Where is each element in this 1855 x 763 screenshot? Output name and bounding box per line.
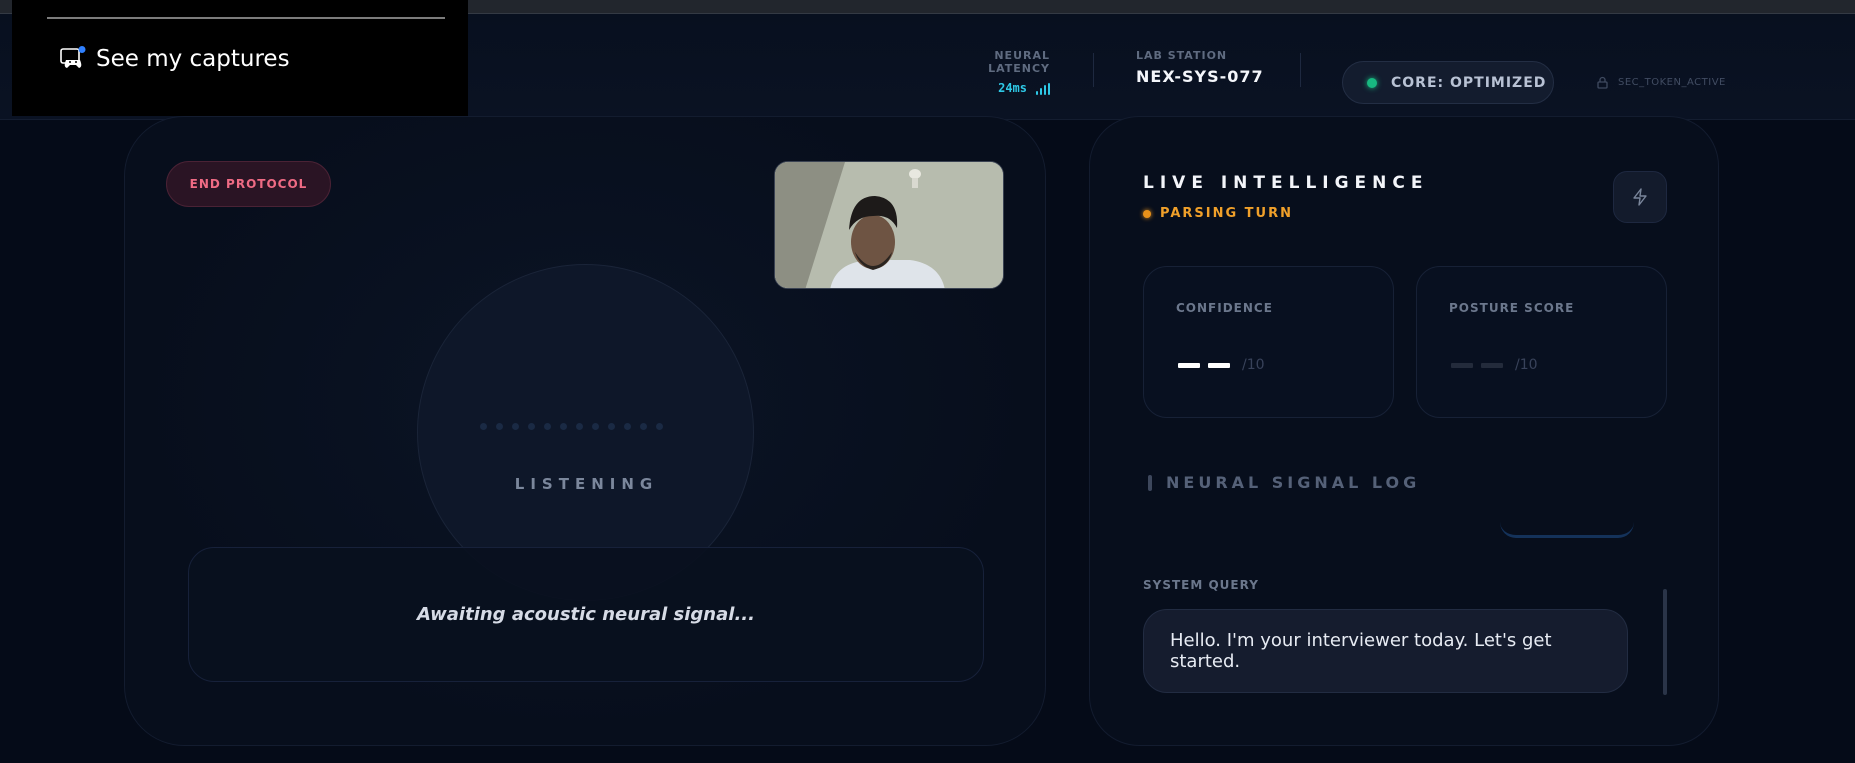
lab-station-value: NEX-SYS-077: [1136, 67, 1264, 86]
parsing-status-text: PARSING TURN: [1160, 206, 1293, 221]
lab-station-label: LAB STATION: [1136, 49, 1228, 62]
listening-status: LISTENING: [514, 475, 659, 493]
confidence-unit: /10: [1242, 357, 1265, 373]
waveform-dots: [480, 423, 663, 430]
lock-icon: [1597, 76, 1608, 89]
header-divider: [1300, 53, 1301, 87]
signal-log-header: NEURAL SIGNAL LOG: [1148, 473, 1420, 492]
posture-score-label: POSTURE SCORE: [1449, 301, 1575, 315]
posture-score-unit: /10: [1515, 357, 1538, 373]
confidence-card: CONFIDENCE /10: [1143, 266, 1394, 418]
log-item-edge: [1500, 522, 1634, 538]
log-scrollbar[interactable]: [1663, 589, 1667, 695]
system-query-label: SYSTEM QUERY: [1143, 578, 1259, 592]
neural-latency: NEURAL LATENCY 24ms: [944, 49, 1050, 95]
system-query-bubble: Hello. I'm your interviewer today. Let's…: [1143, 609, 1628, 693]
capture-overlay: See my captures: [12, 0, 468, 116]
core-status-text: CORE: OPTIMIZED: [1391, 74, 1547, 91]
gamepad-capture-icon: [60, 46, 86, 68]
system-query-text: Hello. I'm your interviewer today. Let's…: [1170, 630, 1552, 672]
signal-bars-icon: [1036, 83, 1050, 95]
status-dot-icon: [1367, 77, 1377, 88]
header-divider: [1093, 53, 1094, 87]
end-protocol-button[interactable]: END PROTOCOL: [166, 161, 331, 207]
confidence-label: CONFIDENCE: [1176, 301, 1273, 315]
posture-score-value: /10: [1451, 357, 1538, 373]
see-my-captures-label: See my captures: [96, 46, 290, 72]
see-my-captures-button[interactable]: See my captures: [60, 46, 290, 72]
status-dot-icon: [1143, 209, 1151, 218]
parsing-status: PARSING TURN: [1143, 206, 1293, 221]
security-token-text: SEC_TOKEN_ACTIVE: [1618, 77, 1726, 88]
webcam-feed-image: [775, 162, 1003, 288]
section-bar-icon: [1148, 474, 1152, 491]
overlay-divider: [47, 17, 445, 19]
neural-latency-value: 24ms: [998, 81, 1027, 95]
neural-latency-label: NEURAL LATENCY: [988, 49, 1050, 75]
quick-action-button[interactable]: [1613, 171, 1667, 223]
live-intelligence-panel: LIVE INTELLIGENCE PARSING TURN CONFIDENC…: [1089, 116, 1719, 746]
transcript-box: Awaiting acoustic neural signal...: [188, 547, 984, 682]
core-status-badge: CORE: OPTIMIZED: [1342, 61, 1554, 104]
panel-title: LIVE INTELLIGENCE: [1143, 173, 1429, 193]
webcam-preview: [774, 161, 1004, 289]
signal-log-title: NEURAL SIGNAL LOG: [1166, 473, 1421, 492]
lab-station: LAB STATION NEX-SYS-077: [1136, 49, 1264, 86]
bolt-icon: [1633, 188, 1647, 206]
confidence-value: /10: [1178, 357, 1265, 373]
session-panel: END PROTOCOL LISTENING Awaiting acoustic…: [124, 116, 1046, 746]
transcript-placeholder: Awaiting acoustic neural signal...: [417, 604, 755, 625]
posture-score-card: POSTURE SCORE /10: [1416, 266, 1667, 418]
security-token: SEC_TOKEN_ACTIVE: [1596, 76, 1726, 89]
